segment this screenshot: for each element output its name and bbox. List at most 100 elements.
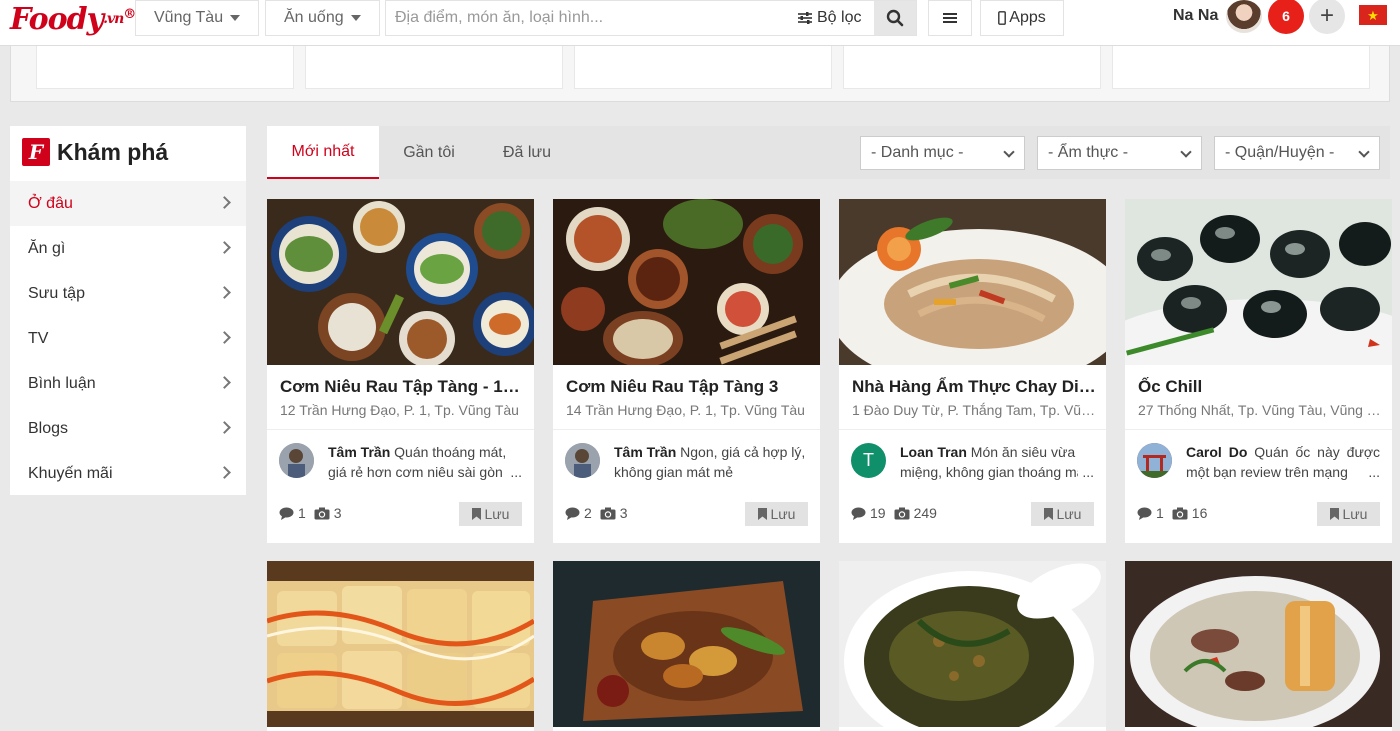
comment-icon (565, 507, 580, 520)
sidebar-item-what-to-eat[interactable]: Ăn gì (10, 226, 246, 271)
restaurant-name[interactable]: Cơm Niêu Rau Tập Tàng 3 (566, 377, 810, 397)
strip-card[interactable] (36, 46, 294, 89)
person-photo-icon (279, 443, 314, 478)
caret-down-icon (230, 15, 241, 21)
food-photo[interactable] (1125, 561, 1392, 727)
reviewer-name[interactable]: Tâm Trần (328, 444, 390, 460)
comment-icon (1137, 507, 1152, 520)
tab-near-me[interactable]: Gần tôi (385, 126, 473, 179)
hamburger-icon (943, 13, 957, 23)
comment-count[interactable]: 1 (1137, 505, 1164, 521)
restaurant-card[interactable]: Cơm Niêu Rau Tập Tàng 3 14 Trần Hưng Đạo… (553, 199, 820, 543)
chevron-down-icon (1358, 146, 1370, 158)
apps-button[interactable]: Apps (980, 0, 1064, 36)
add-button[interactable]: + (1309, 0, 1345, 34)
explore-sidebar: F Khám phá Ở đâu Ăn gì Sưu tập TV Bình l… (10, 126, 246, 495)
photo-count[interactable]: 3 (600, 505, 628, 521)
save-button[interactable]: Lưu (459, 502, 522, 526)
tab-saved[interactable]: Đã lưu (487, 126, 567, 179)
reviewer-avatar[interactable] (279, 443, 314, 478)
sidebar-item-where[interactable]: Ở đâu (10, 181, 246, 226)
restaurant-name[interactable]: Cơm Niêu Rau Tập Tàng - 12 Trần Hưng Đạo (280, 377, 524, 397)
strip-card[interactable] (843, 46, 1101, 89)
sidebar-item-reviews[interactable]: Bình luận (10, 361, 246, 406)
comment-count[interactable]: 1 (279, 505, 306, 521)
ellipsis: ... (506, 462, 522, 482)
food-photo[interactable] (267, 561, 534, 727)
sidebar-item-collections[interactable]: Sưu tập (10, 271, 246, 316)
cuisine-select[interactable]: - Ẩm thực - (1037, 136, 1202, 170)
photo-count[interactable]: 16 (1172, 505, 1207, 521)
food-photo[interactable] (839, 199, 1106, 365)
search-button[interactable] (874, 1, 916, 35)
reviewer-avatar[interactable]: T (851, 443, 886, 478)
apps-button-label: Apps (1009, 9, 1046, 26)
plus-icon: + (1319, 2, 1334, 29)
ellipsis: ... (1078, 462, 1094, 482)
restaurant-name[interactable]: Ốc Chill (1138, 377, 1382, 397)
snail-dish-photo (1125, 199, 1392, 365)
search-input[interactable] (386, 1, 786, 35)
review-snippet[interactable]: Loan Tran Món ăn siêu vừa miệng, không g… (900, 442, 1094, 482)
reviewer-name[interactable]: Tâm Trần (614, 444, 676, 460)
review-snippet[interactable]: Tâm Trần Quán thoáng mát, giá rẻ hơn cơm… (328, 442, 522, 482)
filter-button[interactable]: Bộ lọc (797, 1, 861, 35)
divider (839, 429, 1106, 430)
chevron-right-icon (218, 466, 231, 479)
user-name[interactable]: Na Na (1173, 7, 1218, 25)
sidebar-item-promotions[interactable]: Khuyến mãi (10, 451, 246, 496)
logo-text: Foody (10, 2, 104, 37)
strip-card[interactable] (574, 46, 832, 89)
restaurant-card[interactable]: Cơm Niêu Rau Tập Tàng - 12 Trần Hưng Đạo… (267, 199, 534, 543)
strip-card[interactable] (305, 46, 563, 89)
restaurant-card[interactable]: Ốc Chill 27 Thống Nhất, Tp. Vũng Tàu, Vũ… (1125, 199, 1392, 543)
camera-icon (1172, 507, 1188, 519)
strip-card[interactable] (1112, 46, 1370, 89)
sidebar-item-tv[interactable]: TV (10, 316, 246, 361)
photo-count[interactable]: 249 (894, 505, 937, 521)
menu-button[interactable] (928, 0, 972, 36)
food-photo[interactable] (839, 561, 1106, 727)
district-select[interactable]: - Quận/Huyện - (1214, 136, 1380, 170)
reviewer-name[interactable]: Carol Do (1186, 444, 1247, 460)
sliders-icon (798, 12, 812, 24)
food-photo[interactable] (267, 199, 534, 365)
reviewer-avatar[interactable] (1137, 443, 1172, 478)
notification-badge[interactable]: 6 (1268, 0, 1304, 34)
restaurant-card[interactable] (1125, 561, 1392, 731)
save-button[interactable]: Lưu (1031, 502, 1094, 526)
photo-count[interactable]: 3 (314, 505, 342, 521)
food-photo[interactable] (553, 561, 820, 727)
vietnam-flag-icon[interactable]: ★ (1359, 5, 1387, 25)
reviewer-avatar[interactable] (565, 443, 600, 478)
user-avatar[interactable] (1226, 0, 1262, 33)
restaurant-name[interactable]: Nhà Hàng Ẩm Thực Chay Diệu Pháp (852, 377, 1096, 397)
city-dropdown[interactable]: Vũng Tàu (135, 0, 259, 36)
comment-count[interactable]: 19 (851, 505, 886, 521)
save-button[interactable]: Lưu (745, 502, 808, 526)
bookmark-icon (1329, 508, 1339, 520)
caret-down-icon (350, 15, 361, 21)
person-photo-icon (565, 443, 600, 478)
category-select[interactable]: - Danh mục - (860, 136, 1025, 170)
chevron-right-icon (218, 286, 231, 299)
review-snippet[interactable]: Carol Do Quán ốc này được một bạn review… (1186, 442, 1380, 482)
review-snippet[interactable]: Tâm Trần Ngon, giá cả hợp lý, không gian… (614, 442, 808, 482)
restaurant-card[interactable]: Nhà Hàng Ẩm Thực Chay Diệu Pháp 1 Đào Du… (839, 199, 1106, 543)
sidebar-item-blogs[interactable]: Blogs (10, 406, 246, 451)
restaurant-card[interactable] (839, 561, 1106, 731)
food-photo[interactable] (553, 199, 820, 365)
ellipsis: ... (1364, 462, 1380, 482)
comment-count[interactable]: 2 (565, 505, 592, 521)
clay-pot-dishes-photo (267, 199, 534, 365)
reviewer-name[interactable]: Loan Tran (900, 444, 967, 460)
food-photo[interactable] (1125, 199, 1392, 365)
tab-newest[interactable]: Mới nhất (267, 126, 379, 179)
category-dropdown[interactable]: Ăn uống (265, 0, 380, 36)
save-button[interactable]: Lưu (1317, 502, 1380, 526)
restaurant-card[interactable] (267, 561, 534, 731)
restaurant-card[interactable] (553, 561, 820, 731)
sushi-rolls-photo (267, 561, 534, 727)
foody-logo[interactable]: Foody.vn® (10, 2, 136, 37)
chevron-right-icon (218, 331, 231, 344)
